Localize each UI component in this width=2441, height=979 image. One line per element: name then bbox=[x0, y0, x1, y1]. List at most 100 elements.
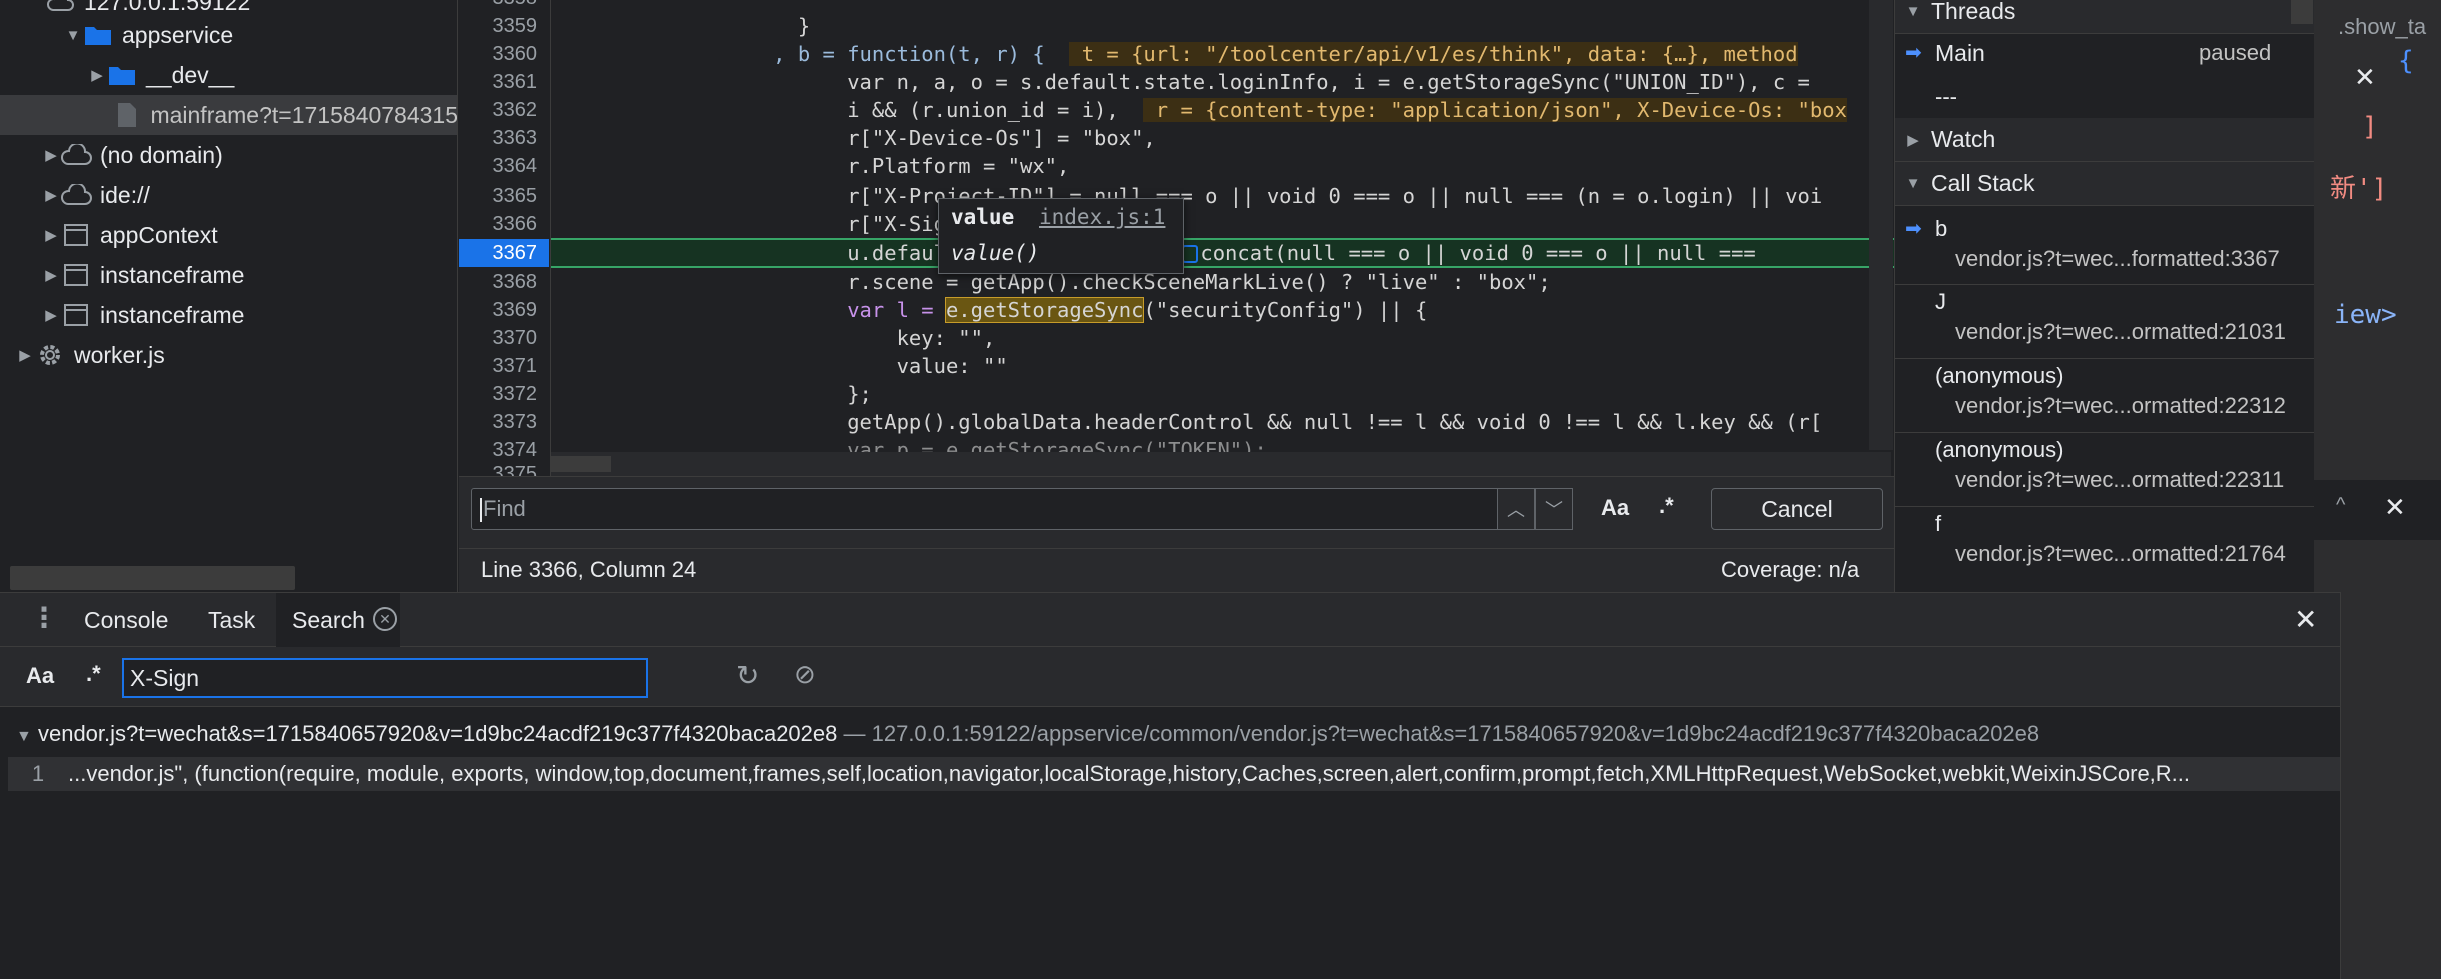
expand-right-icon[interactable]: ▶ bbox=[42, 226, 60, 244]
cursor-position: Line 3366, Column 24 bbox=[481, 557, 697, 582]
inline-value: t = {url: "/toolcenter/api/v1/es/think",… bbox=[1069, 42, 1798, 66]
line-number[interactable]: 3365 bbox=[459, 182, 549, 210]
match-case-button[interactable]: Aa bbox=[26, 663, 54, 689]
tree-item-dev[interactable]: ▶ __dev__ bbox=[0, 55, 457, 95]
line-number[interactable]: 3372 bbox=[459, 380, 549, 408]
tree-item-label: ide:// bbox=[100, 181, 150, 208]
line-number[interactable]: 3362 bbox=[459, 96, 549, 124]
expand-right-icon[interactable]: ▶ bbox=[42, 266, 60, 284]
call-frame[interactable]: (anonymous) vendor.js?t=wec...ormatted:2… bbox=[1895, 358, 2314, 432]
line-number[interactable]: 3375 bbox=[459, 460, 549, 476]
line-number[interactable]: 3366 bbox=[459, 210, 549, 238]
code-line: } bbox=[551, 14, 811, 38]
page-toolbar: ^ ✕ bbox=[2314, 480, 2441, 540]
search-result-file[interactable]: ▼ vendor.js?t=wechat&s=1715840657920&v=1… bbox=[16, 721, 2039, 747]
code-line: r.Platform = "wx", bbox=[551, 154, 1070, 178]
line-number[interactable]: 3370 bbox=[459, 324, 549, 352]
regex-button[interactable]: .* bbox=[1659, 493, 1674, 519]
watch-section-header[interactable]: ▶ Watch bbox=[1895, 118, 2314, 162]
result-text: ...vendor.js", (function(require, module… bbox=[68, 761, 2191, 786]
threads-section-header[interactable]: ▼ Threads bbox=[1895, 0, 2314, 34]
tree-item-appservice[interactable]: ▼ appservice bbox=[0, 15, 457, 55]
expand-down-icon[interactable]: ▼ bbox=[64, 27, 82, 44]
step-marker-icon[interactable] bbox=[1182, 245, 1199, 263]
tree-item-instanceframe[interactable]: ▶ instanceframe bbox=[0, 295, 457, 335]
tree-item-label: appContext bbox=[100, 221, 218, 248]
chevron-down-icon: ﹀ bbox=[1545, 500, 1563, 520]
close-icon[interactable]: ✕ bbox=[2354, 62, 2376, 93]
tree-item-instanceframe[interactable]: ▶ instanceframe bbox=[0, 255, 457, 295]
line-number[interactable]: 3368 bbox=[459, 268, 549, 296]
popover-title: value bbox=[951, 205, 1015, 229]
regex-button[interactable]: .* bbox=[86, 661, 101, 687]
more-tools-icon[interactable]: ⋮ bbox=[30, 601, 58, 634]
line-number[interactable]: 3364 bbox=[459, 152, 549, 180]
tab-console[interactable]: Console bbox=[68, 593, 184, 647]
search-toolbar: Aa .* X-Sign ↻ ⊘ bbox=[0, 647, 2341, 707]
tab-search[interactable]: Search ✕ bbox=[276, 593, 400, 647]
threads-placeholder: --- bbox=[1935, 84, 1957, 109]
tree-item-label: mainframe?t=1715840784315 bbox=[150, 101, 458, 128]
line-number[interactable]: 3359 bbox=[459, 12, 549, 40]
tree-item-mainframe[interactable]: mainframe?t=1715840784315 bbox=[0, 95, 458, 135]
expand-right-icon[interactable]: ▶ bbox=[42, 306, 60, 324]
tab-task[interactable]: Task bbox=[192, 593, 271, 647]
tree-scrollbar[interactable] bbox=[10, 566, 295, 590]
expand-right-icon[interactable]: ▶ bbox=[42, 186, 60, 204]
search-result-line[interactable]: 1 ...vendor.js", (function(require, modul… bbox=[8, 757, 2341, 791]
line-number[interactable]: 3361 bbox=[459, 68, 549, 96]
expand-right-icon[interactable]: ▶ bbox=[88, 66, 106, 84]
line-number[interactable]: 3369 bbox=[459, 296, 549, 324]
code-line: getApp().globalData.headerControl && nul… bbox=[551, 410, 1823, 434]
refresh-icon[interactable]: ↻ bbox=[736, 659, 759, 692]
match-case-button[interactable]: Aa bbox=[1601, 495, 1629, 521]
file-icon bbox=[112, 102, 142, 128]
call-frame[interactable]: J vendor.js?t=wec...ormatted:21031 bbox=[1895, 284, 2314, 358]
close-tab-icon[interactable]: ✕ bbox=[373, 607, 397, 631]
find-previous-button[interactable]: ︿ bbox=[1497, 488, 1535, 530]
tree-item-label: worker.js bbox=[74, 341, 165, 368]
close-icon[interactable]: ✕ bbox=[2384, 492, 2406, 523]
line-number[interactable]: 3363 bbox=[459, 124, 549, 152]
frame-icon bbox=[60, 264, 92, 286]
sources-file-tree: 127.0.0.1:59122 ▼ appservice ▶ __dev__ m… bbox=[0, 0, 458, 592]
close-drawer-icon[interactable]: ✕ bbox=[2294, 603, 2317, 636]
line-number[interactable]: 3373 bbox=[459, 408, 549, 436]
line-gutter[interactable]: 3358 3359 3360 3361 3362 3363 3364 3365 … bbox=[459, 0, 551, 476]
expand-right-icon[interactable]: ▶ bbox=[16, 346, 34, 364]
code-line: , b = function(t, r) { t = {url: "/toolc… bbox=[551, 42, 1798, 66]
editor-vertical-scrollbar[interactable] bbox=[1869, 0, 1893, 450]
tree-item-appcontext[interactable]: ▶ appContext bbox=[0, 215, 457, 255]
tree-item-ide[interactable]: ▶ ide:// bbox=[0, 175, 457, 215]
scrollbar-thumb[interactable] bbox=[551, 456, 611, 472]
find-next-button[interactable]: ﹀ bbox=[1535, 488, 1573, 530]
line-number[interactable]: 3358 bbox=[459, 0, 549, 12]
line-number[interactable]: 3360 bbox=[459, 40, 549, 68]
line-number[interactable]: 3371 bbox=[459, 352, 549, 380]
tree-item-no-domain[interactable]: ▶ (no domain) bbox=[0, 135, 457, 175]
cancel-button[interactable]: Cancel bbox=[1711, 488, 1883, 530]
clear-icon[interactable]: ⊘ bbox=[794, 659, 816, 690]
call-frame[interactable]: ➡ b vendor.js?t=wec...formatted:3367 bbox=[1895, 210, 2314, 284]
call-stack-section-header[interactable]: ▼ Call Stack bbox=[1895, 162, 2314, 206]
drawer-tab-bar: ⋮ Console Task Search ✕ ✕ bbox=[0, 593, 2341, 647]
expand-right-icon[interactable]: ▶ bbox=[42, 146, 60, 164]
tree-item-worker[interactable]: ▶ worker.js bbox=[0, 335, 457, 375]
code-line: }; bbox=[551, 382, 872, 406]
call-frame[interactable]: (anonymous) vendor.js?t=wec...ormatted:2… bbox=[1895, 432, 2314, 506]
expand-down-icon[interactable]: ▼ bbox=[16, 728, 32, 745]
page-snippet: .show_ta bbox=[2338, 14, 2427, 39]
value-popover: value index.js:1 value() bbox=[938, 198, 1184, 274]
code-line: var n, a, o = s.default.state.loginInfo,… bbox=[551, 70, 1823, 94]
breakpoint-line-number[interactable]: 3367 bbox=[459, 239, 549, 267]
find-input[interactable]: Find bbox=[471, 488, 1501, 530]
call-frame[interactable]: f vendor.js?t=wec...ormatted:21764 bbox=[1895, 506, 2314, 580]
chevron-up-icon[interactable]: ^ bbox=[2336, 494, 2345, 517]
chevron-up-icon: ︿ bbox=[1507, 500, 1525, 520]
search-input[interactable]: X-Sign bbox=[122, 658, 648, 698]
thread-item-main[interactable]: ➡ Main paused bbox=[1895, 34, 2314, 74]
sidebar-scrollbar[interactable] bbox=[2291, 0, 2313, 24]
editor-horizontal-scrollbar[interactable] bbox=[551, 452, 1891, 476]
popover-source-link[interactable]: index.js:1 bbox=[1039, 205, 1165, 229]
hovered-expression[interactable]: e.getStorageSync bbox=[944, 297, 1145, 323]
